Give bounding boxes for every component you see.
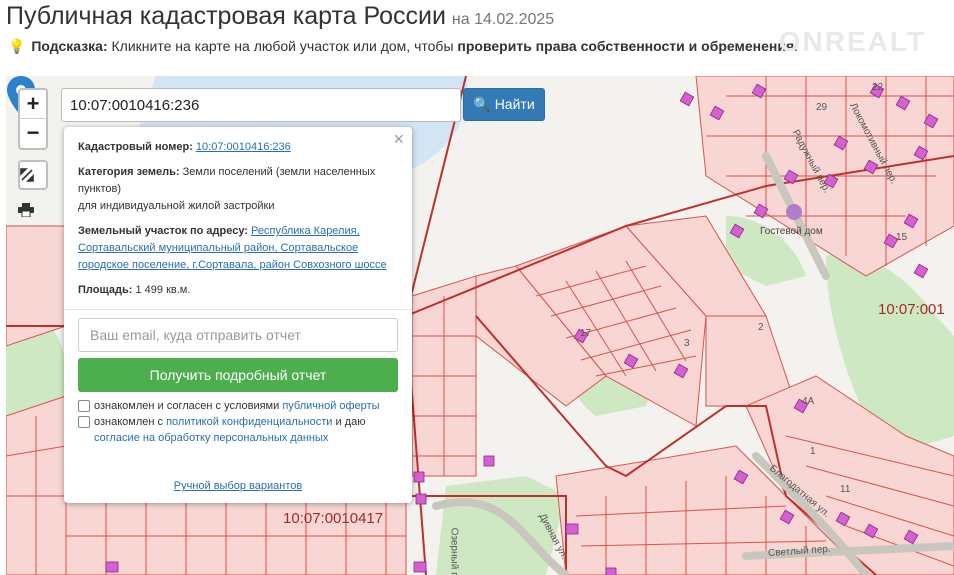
parcel-info-popup: × Кадастровый номер: 10:07:0010416:236 К…	[64, 127, 412, 503]
house-number: 3	[684, 338, 690, 349]
area-label: Площадь:	[78, 284, 133, 296]
area-row: Площадь: 1 499 кв.м.	[78, 282, 398, 299]
lightbulb-icon: 💡	[8, 38, 26, 54]
hint-bar: 💡 Подсказка: Кликните на карте на любой …	[8, 38, 798, 55]
cadastral-search-input[interactable]: 10:07:0010416:236	[61, 88, 461, 122]
privacy-policy-link[interactable]: политикой конфиденциальности	[166, 416, 332, 428]
personal-data-consent-link[interactable]: согласие на обработку персональных данны…	[94, 432, 328, 444]
offer-consent-checkbox-row: ознакомлен и согласен с условиями публич…	[78, 398, 398, 414]
privacy-consent-text: ознакомлен с	[94, 416, 164, 428]
land-category-row: Категория земель: Земли поселений (земли…	[78, 164, 398, 215]
cadastral-quarter-label-right: 10:07:001	[878, 301, 945, 318]
manual-selection-link[interactable]: Ручной выбор вариантов	[174, 480, 302, 492]
zoom-in-button[interactable]: +	[20, 90, 46, 119]
house-number: 11	[840, 484, 851, 495]
privacy-consent-checkbox[interactable]	[78, 416, 90, 428]
cadastral-number-label: Кадастровый номер:	[78, 141, 193, 153]
title-text: Публичная кадастровая карта России	[6, 2, 446, 30]
fullscreen-icon	[20, 168, 34, 182]
page-header: Публичная кадастровая карта России на 14.…	[0, 0, 954, 76]
fullscreen-button[interactable]	[18, 160, 48, 190]
hint-prefix: Подсказка:	[31, 38, 108, 54]
printer-icon	[18, 203, 34, 217]
cadastral-quarter-label-bottom: 10:07:0010417	[283, 510, 384, 527]
house-number: 17	[580, 328, 592, 339]
date-label: на 14.02.2025	[451, 11, 555, 28]
search-icon: 🔍	[473, 96, 491, 112]
zoom-out-button[interactable]: −	[20, 119, 46, 148]
get-report-button[interactable]: Получить подробный отчет	[78, 358, 398, 392]
close-icon[interactable]: ×	[393, 130, 404, 148]
address-label: Земельный участок по адресу:	[78, 225, 248, 237]
email-field[interactable]: Ваш email, куда отправить отчет	[78, 318, 398, 352]
hint-bold: проверить права собственности и обремене…	[457, 38, 795, 54]
print-button[interactable]	[18, 196, 48, 226]
page-title: Публичная кадастровая карта России на 14.…	[6, 2, 554, 31]
house-number: 29	[816, 102, 828, 113]
manual-selection-row: Ручной выбор вариантов	[64, 478, 412, 495]
offer-consent-text: ознакомлен и согласен с условиями	[94, 400, 280, 412]
hint-text: Кликните на карте на любой участок или д…	[111, 38, 454, 54]
privacy-consent-mid: и даю	[335, 416, 366, 428]
find-button[interactable]: 🔍 Найти	[463, 88, 545, 121]
land-category-label: Категория земель:	[78, 166, 180, 178]
divider	[64, 309, 412, 310]
area-value: 1 499 кв.м.	[135, 284, 191, 296]
map-canvas[interactable]: 10:07:0010417 10:07:001 Гостевой дом Лок…	[6, 76, 954, 575]
guest-house-label: Гостевой дом	[760, 226, 823, 237]
house-number: 4А	[802, 396, 815, 407]
street-label-ozerny: Озерный пер.	[448, 527, 460, 575]
public-offer-link[interactable]: публичной оферты	[282, 400, 379, 412]
zoom-control: + −	[18, 88, 48, 150]
house-number: 22	[872, 82, 884, 93]
house-number: 1	[810, 446, 816, 457]
privacy-consent-checkbox-row: ознакомлен с политикой конфиденциальност…	[78, 414, 398, 446]
address-row: Земельный участок по адресу: Республика …	[78, 223, 398, 274]
house-number: 15	[896, 232, 908, 243]
find-button-label: Найти	[494, 96, 535, 112]
house-number: 2	[758, 322, 764, 333]
offer-consent-checkbox[interactable]	[78, 400, 90, 412]
land-use-value: для индивидуальной жилой застройки	[78, 200, 275, 212]
watermark-logo: ONREALT	[778, 26, 926, 57]
cadastral-number-row: Кадастровый номер: 10:07:0010416:236	[78, 139, 398, 156]
cadastral-number-link[interactable]: 10:07:0010416:236	[196, 141, 291, 153]
